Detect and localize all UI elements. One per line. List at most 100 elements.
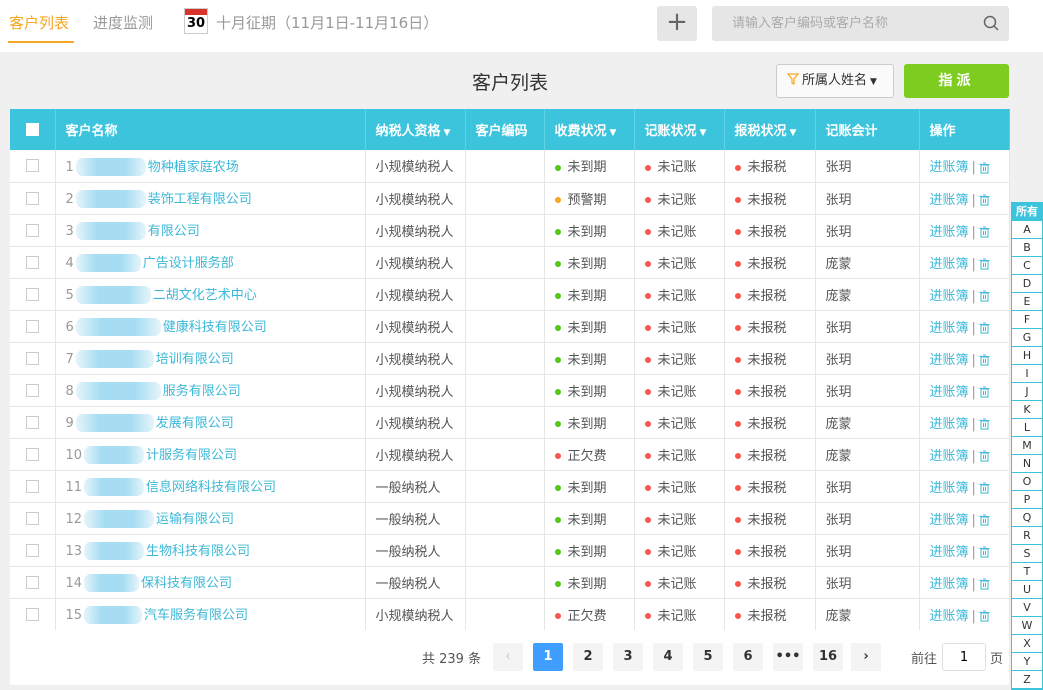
trash-icon[interactable] [979,354,990,366]
table-row[interactable]: 12 运输有限公司 一般纳税人 未到期 未记账 未报税 张玥 进账簿 | [10,502,1010,534]
open-ledger-link[interactable]: 进账簿 [930,609,969,624]
search-icon[interactable] [983,15,999,31]
customer-name-cell[interactable]: 4 广告设计服务部 [55,246,366,278]
customer-name-link[interactable]: 生物科技有限公司 [146,544,250,559]
customer-name-cell[interactable]: 6 健康科技有限公司 [55,310,366,342]
customer-name-cell[interactable]: 15 汽车服务有限公司 [55,598,366,630]
page-button[interactable]: 3 [613,643,643,671]
table-row[interactable]: 3 有限公司 小规模纳税人 未到期 未记账 未报税 张玥 进账簿 | [10,214,1010,246]
alpha-filter-letter[interactable]: I [1012,365,1042,383]
customer-name-link[interactable]: 服务有限公司 [163,384,241,399]
row-checkbox[interactable] [25,287,39,301]
customer-name-cell[interactable]: 10 计服务有限公司 [55,438,366,470]
table-row[interactable]: 2 装饰工程有限公司 小规模纳税人 预警期 未记账 未报税 张玥 进账簿 | [10,182,1010,214]
alpha-filter-letter[interactable]: U [1012,581,1042,599]
add-customer-button[interactable]: + [657,6,697,41]
alpha-filter-letter[interactable]: B [1012,239,1042,257]
page-button[interactable]: 5 [693,643,723,671]
alpha-filter-letter[interactable]: F [1012,311,1042,329]
table-row[interactable]: 14 保科技有限公司 一般纳税人 未到期 未记账 未报税 张玥 进账簿 | [10,566,1010,598]
customer-name-cell[interactable]: 11 信息网络科技有限公司 [55,470,366,502]
table-row[interactable]: 10 计服务有限公司 小规模纳税人 正欠费 未记账 未报税 庞蒙 进账簿 | [10,438,1010,470]
open-ledger-link[interactable]: 进账簿 [930,225,969,240]
open-ledger-link[interactable]: 进账簿 [930,289,969,304]
table-row[interactable]: 11 信息网络科技有限公司 一般纳税人 未到期 未记账 未报税 张玥 进账簿 | [10,470,1010,502]
select-all-checkbox[interactable] [25,123,39,136]
row-checkbox[interactable] [25,447,39,461]
customer-name-link[interactable]: 健康科技有限公司 [163,320,267,335]
col-tax-status[interactable]: 报税状况 ▼ [724,109,816,150]
row-checkbox[interactable] [25,543,39,557]
trash-icon[interactable] [979,194,990,206]
page-button[interactable]: 6 [733,643,763,671]
row-checkbox[interactable] [25,383,39,397]
alpha-filter-letter[interactable]: G [1012,329,1042,347]
customer-name-link[interactable]: 广告设计服务部 [143,256,234,271]
open-ledger-link[interactable]: 进账簿 [930,577,969,592]
row-checkbox[interactable] [25,479,39,493]
customer-name-cell[interactable]: 3 有限公司 [55,214,366,246]
alpha-filter-letter[interactable]: W [1012,617,1042,635]
page-button[interactable]: 1 [533,643,563,671]
row-checkbox[interactable] [25,575,39,589]
open-ledger-link[interactable]: 进账簿 [930,353,969,368]
trash-icon[interactable] [979,258,990,270]
trash-icon[interactable] [979,226,990,238]
alpha-filter-letter[interactable]: X [1012,635,1042,653]
table-row[interactable]: 1 物种植家庭农场 小规模纳税人 未到期 未记账 未报税 张玥 进账簿 | [10,150,1010,182]
customer-name-link[interactable]: 计服务有限公司 [146,448,237,463]
customer-name-cell[interactable]: 2 装饰工程有限公司 [55,182,366,214]
open-ledger-link[interactable]: 进账簿 [930,513,969,528]
trash-icon[interactable] [979,578,990,590]
customer-name-link[interactable]: 信息网络科技有限公司 [146,480,276,495]
customer-name-cell[interactable]: 13 生物科技有限公司 [55,534,366,566]
customer-name-cell[interactable]: 9 发展有限公司 [55,406,366,438]
open-ledger-link[interactable]: 进账簿 [930,545,969,560]
customer-name-cell[interactable]: 14 保科技有限公司 [55,566,366,598]
trash-icon[interactable] [979,322,990,334]
trash-icon[interactable] [979,450,990,462]
open-ledger-link[interactable]: 进账簿 [930,481,969,496]
goto-page-input[interactable] [942,643,986,671]
alpha-filter-letter[interactable]: T [1012,563,1042,581]
page-button[interactable]: 16 [813,643,843,671]
alpha-filter-all[interactable]: 所有 [1012,203,1042,221]
trash-icon[interactable] [979,386,990,398]
table-row[interactable]: 8 服务有限公司 小规模纳税人 未到期 未记账 未报税 张玥 进账簿 | [10,374,1010,406]
alpha-filter-letter[interactable]: A [1012,221,1042,239]
customer-name-cell[interactable]: 1 物种植家庭农场 [55,150,366,182]
table-row[interactable]: 15 汽车服务有限公司 小规模纳税人 正欠费 未记账 未报税 庞蒙 进账簿 | [10,598,1010,630]
row-checkbox[interactable] [25,319,39,333]
table-row[interactable]: 5 二胡文化艺术中心 小规模纳税人 未到期 未记账 未报税 庞蒙 进账簿 | [10,278,1010,310]
alpha-filter-letter[interactable]: R [1012,527,1042,545]
customer-name-link[interactable]: 物种植家庭农场 [148,160,239,175]
tab-customer-list[interactable]: 客户列表 [9,12,69,33]
table-row[interactable]: 13 生物科技有限公司 一般纳税人 未到期 未记账 未报税 张玥 进账簿 | [10,534,1010,566]
open-ledger-link[interactable]: 进账簿 [930,449,969,464]
trash-icon[interactable] [979,290,990,302]
row-checkbox[interactable] [25,351,39,365]
alpha-filter-letter[interactable]: J [1012,383,1042,401]
row-checkbox[interactable] [25,191,39,205]
trash-icon[interactable] [979,514,990,526]
trash-icon[interactable] [979,418,990,430]
row-checkbox[interactable] [25,255,39,269]
alpha-filter-letter[interactable]: Z [1012,671,1042,689]
alpha-filter-letter[interactable]: V [1012,599,1042,617]
alpha-filter-letter[interactable]: N [1012,455,1042,473]
owner-filter-button[interactable]: 所属人姓名 ▼ [776,64,894,98]
row-checkbox[interactable] [25,159,39,173]
trash-icon[interactable] [979,162,990,174]
customer-name-cell[interactable]: 7 培训有限公司 [55,342,366,374]
alpha-filter-letter[interactable]: H [1012,347,1042,365]
prev-page-button[interactable]: ‹ [493,643,523,671]
trash-icon[interactable] [979,482,990,494]
tab-progress-monitor[interactable]: 进度监测 [93,12,153,33]
customer-name-cell[interactable]: 12 运输有限公司 [55,502,366,534]
trash-icon[interactable] [979,610,990,622]
search-input[interactable] [712,6,972,41]
open-ledger-link[interactable]: 进账簿 [930,385,969,400]
alpha-filter-letter[interactable]: P [1012,491,1042,509]
customer-name-link[interactable]: 汽车服务有限公司 [144,608,248,623]
alpha-filter-letter[interactable]: L [1012,419,1042,437]
